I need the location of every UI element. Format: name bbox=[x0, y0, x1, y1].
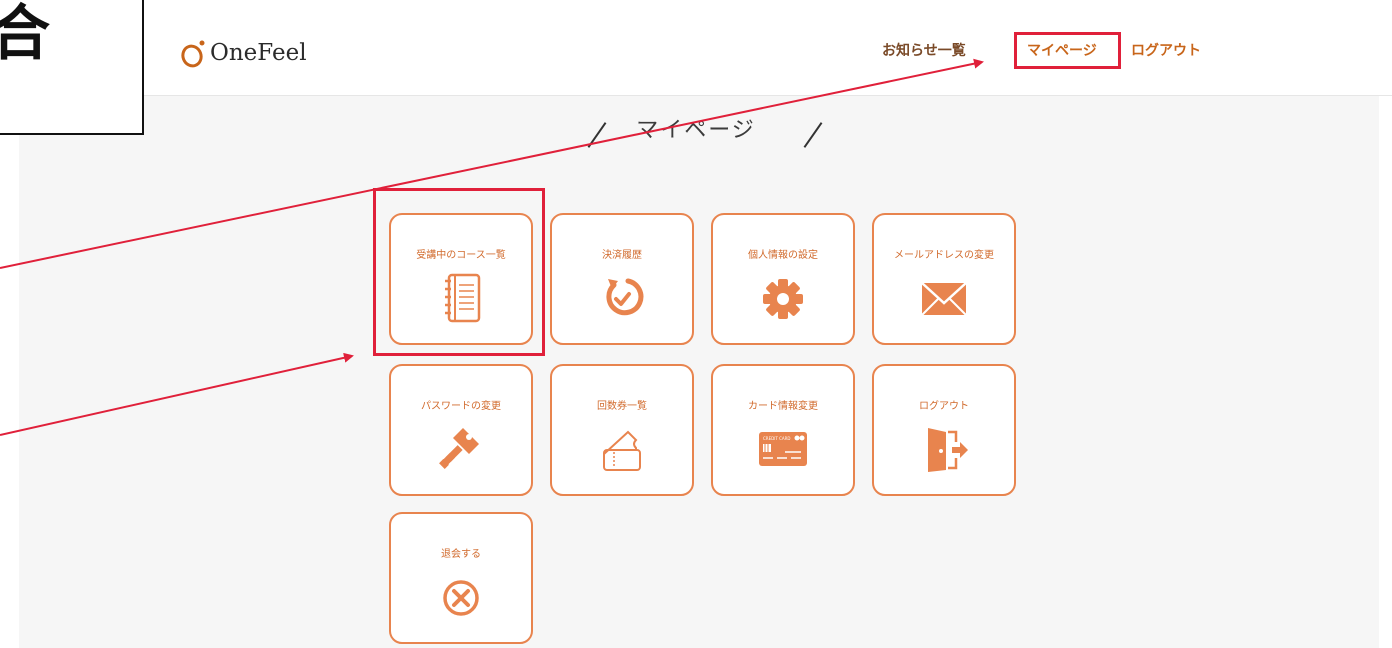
card-icon-text: CREDIT CARD bbox=[763, 436, 790, 441]
tile-withdraw[interactable]: 退会する bbox=[389, 512, 533, 644]
tile-ticket-list[interactable]: 回数券一覧 bbox=[550, 364, 694, 496]
annotation-callout-box: 合 bbox=[0, 0, 144, 135]
page-title: マイページ bbox=[636, 118, 756, 143]
nav-link-news[interactable]: お知らせ一覧 bbox=[882, 40, 966, 60]
ticket-icon bbox=[603, 430, 641, 471]
tile-label: 回数券一覧 bbox=[597, 401, 647, 412]
tile-personal-settings[interactable]: 個人情報の設定 bbox=[711, 213, 855, 345]
tile-email-change[interactable]: メールアドレスの変更 bbox=[872, 213, 1016, 345]
highlight-box-mypage-nav bbox=[1014, 32, 1121, 69]
callout-text: 合 bbox=[0, 0, 50, 69]
gear-icon bbox=[763, 279, 803, 319]
envelope-icon bbox=[921, 282, 967, 316]
logo-text: OneFeel bbox=[210, 40, 307, 66]
tile-payment-history[interactable]: 決済履歴 bbox=[550, 213, 694, 345]
door-exit-icon bbox=[928, 428, 968, 472]
tile-label: メールアドレスの変更 bbox=[894, 250, 994, 261]
tile-label: ログアウト bbox=[919, 401, 969, 412]
tile-label: パスワードの変更 bbox=[421, 401, 501, 412]
key-icon bbox=[439, 428, 479, 469]
main-content-area bbox=[19, 96, 1379, 648]
tile-label: 退会する bbox=[441, 549, 481, 560]
site-logo[interactable]: OneFeel bbox=[180, 38, 307, 68]
tile-label: 個人情報の設定 bbox=[748, 250, 818, 261]
circle-x-icon bbox=[443, 580, 479, 616]
logo-mark-icon bbox=[181, 40, 205, 68]
tile-password-change[interactable]: パスワードの変更 bbox=[389, 364, 533, 496]
credit-card-icon: CREDIT CARD bbox=[759, 432, 807, 466]
nav-link-logout[interactable]: ログアウト bbox=[1131, 40, 1201, 60]
tile-label: 決済履歴 bbox=[602, 250, 642, 261]
history-clock-icon bbox=[606, 278, 644, 316]
tile-card-info-change[interactable]: カード情報変更 CREDIT CARD bbox=[711, 364, 855, 496]
highlight-box-course-list bbox=[373, 188, 545, 356]
tile-logout[interactable]: ログアウト bbox=[872, 364, 1016, 496]
tile-label: カード情報変更 bbox=[748, 401, 818, 412]
